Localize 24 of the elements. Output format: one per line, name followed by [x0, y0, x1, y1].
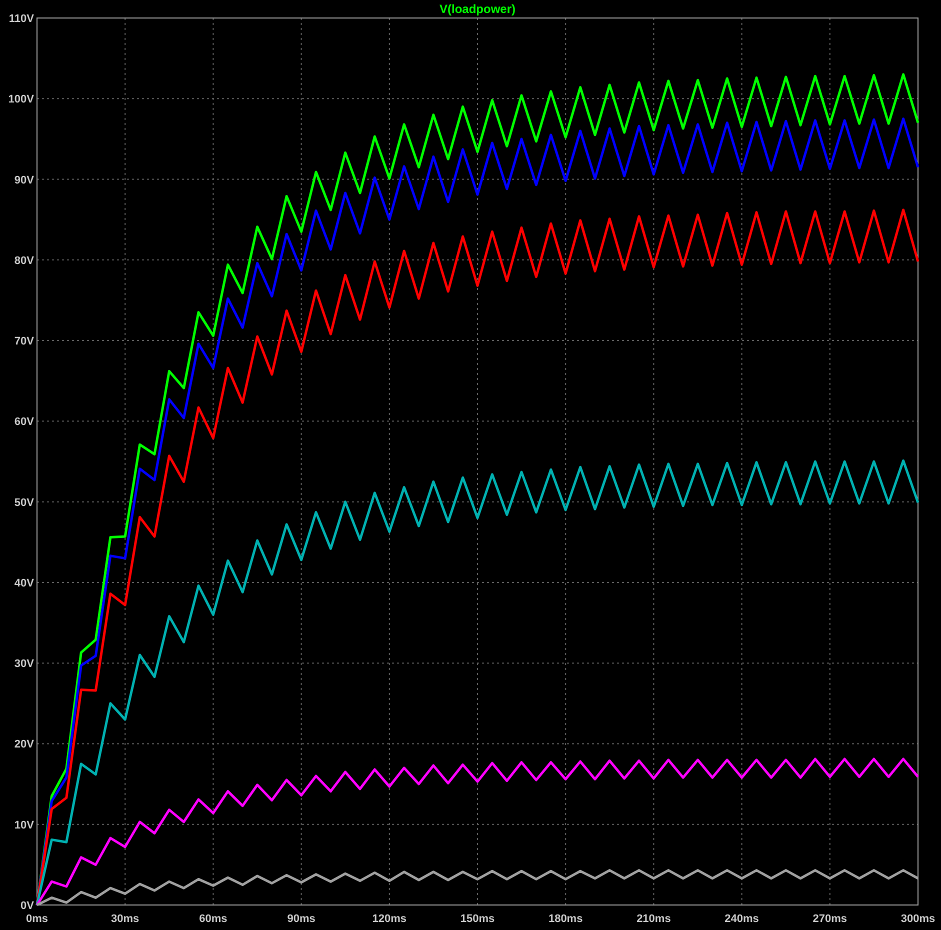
axis-label: 70V	[14, 336, 34, 348]
axis-label: 30V	[14, 658, 34, 670]
axis-label: 110V	[8, 13, 34, 25]
axis-label: 0V	[20, 900, 34, 912]
axis-label: 240ms	[724, 913, 759, 925]
axis-label: 150ms	[460, 913, 495, 925]
axis-label: 210ms	[636, 913, 671, 925]
axis-label: 90V	[14, 174, 34, 186]
axis-label: 270ms	[812, 913, 848, 925]
axis-label: 180ms	[548, 913, 583, 925]
chart-title: V(loadpower)	[440, 2, 516, 16]
axis-label: 20V	[14, 738, 34, 751]
axis-label: 10V	[14, 819, 34, 832]
axis-label: 80V	[14, 254, 34, 267]
axis-label: 60V	[14, 416, 34, 428]
axis-label: 120ms	[372, 913, 407, 925]
axis-label: 30ms	[111, 913, 140, 925]
axis-label: 300ms	[900, 913, 936, 925]
axis-label: 50V	[14, 496, 34, 509]
axis-label: 100V	[8, 94, 34, 106]
axis-label: 90ms	[287, 913, 316, 925]
axis-label: 60ms	[199, 913, 228, 925]
axis-label: 0ms	[26, 913, 48, 925]
axis-label: 40V	[14, 577, 34, 590]
